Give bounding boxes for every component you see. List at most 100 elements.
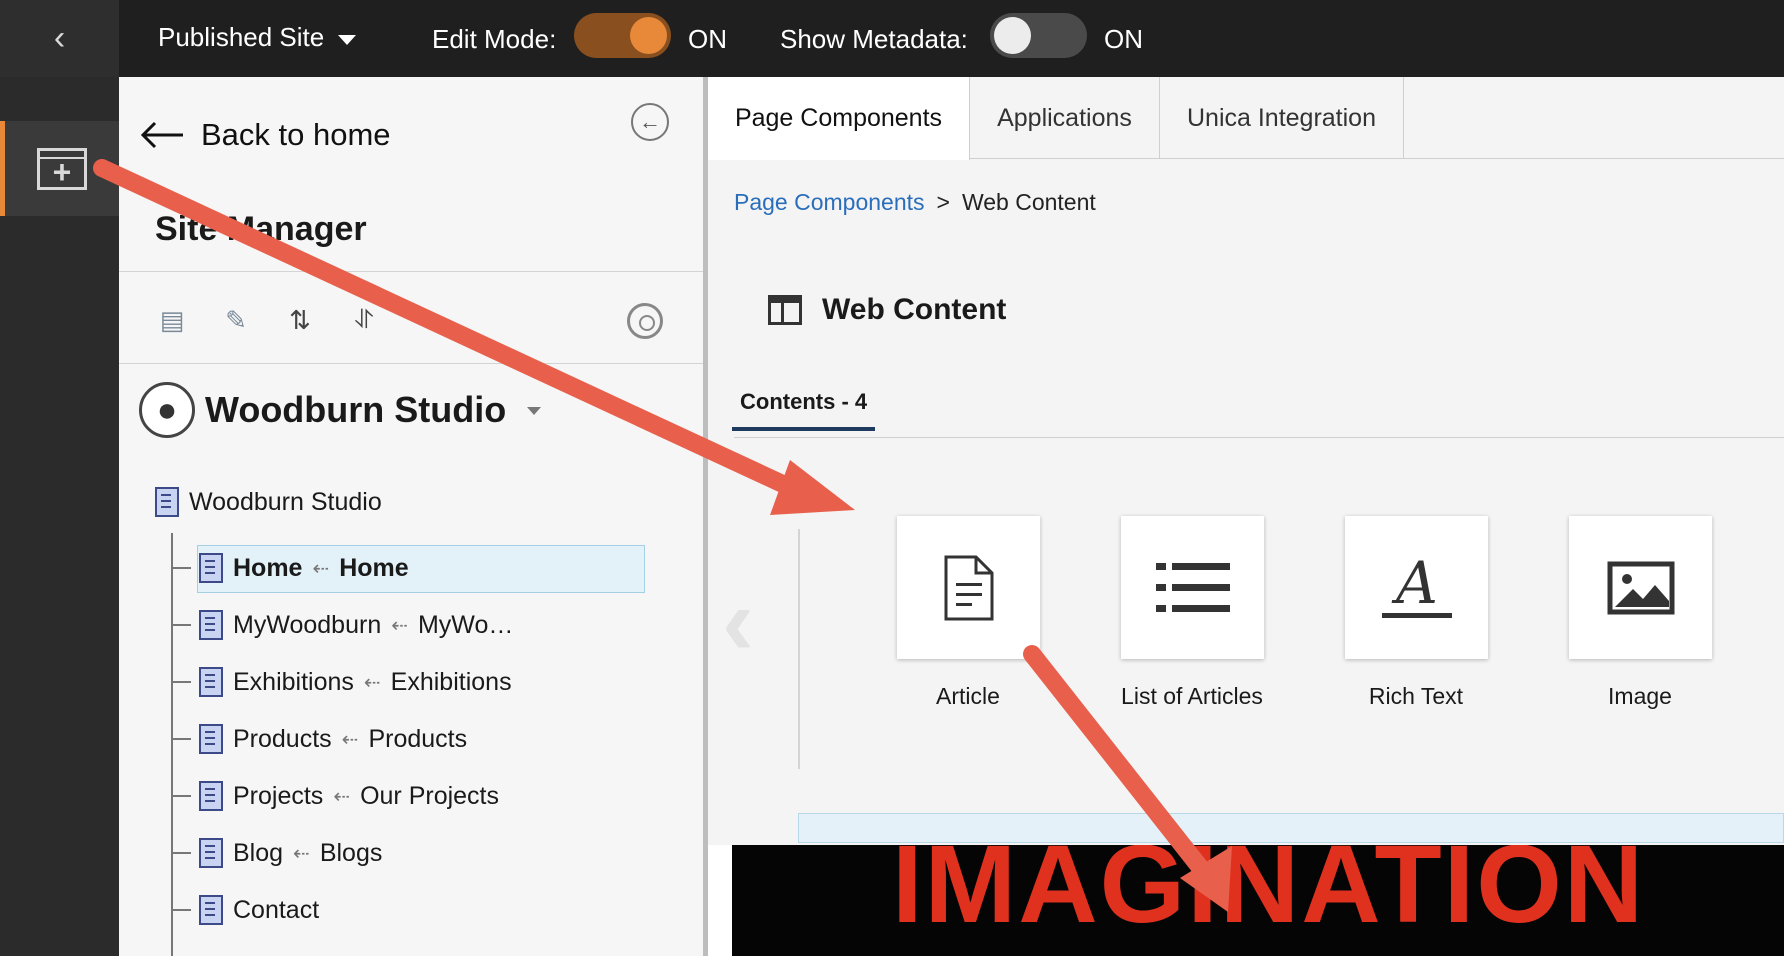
chevron-left-icon: ‹ <box>53 19 66 57</box>
web-content-icon <box>768 295 802 325</box>
back-chevron-button[interactable]: ‹ <box>0 0 119 77</box>
section-header: Web Content <box>768 293 1006 327</box>
page-icon <box>199 553 223 583</box>
tab-bar: Page Components Applications Unica Integ… <box>708 77 1784 160</box>
site-selector-label: Published Site <box>158 22 325 52</box>
tab-unica-integration[interactable]: Unica Integration <box>1160 77 1404 159</box>
page-icon <box>199 781 223 811</box>
left-rail: + <box>0 77 119 956</box>
node-target: Home <box>339 553 409 582</box>
tree-node-projects[interactable]: Projects ⇠ Our Projects <box>171 771 499 821</box>
divider <box>119 363 703 364</box>
show-metadata-label: Show Metadata: <box>780 24 968 54</box>
rich-text-card[interactable]: A <box>1345 516 1488 659</box>
add-panel-icon: + <box>37 147 87 190</box>
mapping-arrow-icon: ⇠ <box>341 728 359 751</box>
list-of-articles-label: List of Articles <box>1121 683 1263 709</box>
hero-headline: IMAGINATION <box>892 845 1646 946</box>
edit-mode-label: Edit Mode: <box>432 24 557 54</box>
tree-node-contact[interactable]: Contact <box>171 885 319 935</box>
chevron-left-icon[interactable]: ‹ <box>722 567 754 677</box>
new-page-icon[interactable]: ▤ <box>155 303 189 337</box>
mapping-arrow-icon: ⇠ <box>363 671 381 694</box>
components-panel: Page Components Applications Unica Integ… <box>708 77 1784 845</box>
breadcrumb-separator: > <box>936 189 950 215</box>
settings-gear-icon[interactable] <box>627 303 663 339</box>
svg-text:A: A <box>1391 555 1438 617</box>
mapping-arrow-icon: ⇠ <box>333 785 351 808</box>
collapse-left-icon: ← <box>639 109 661 134</box>
divider <box>734 437 1784 438</box>
article-card[interactable] <box>897 516 1040 659</box>
page-icon <box>199 610 223 640</box>
section-title: Web Content <box>822 293 1007 326</box>
node-name: Home <box>233 553 303 582</box>
tree-connector <box>171 909 191 911</box>
node-name: Contact <box>233 895 320 924</box>
breadcrumb-current: Web Content <box>961 189 1096 215</box>
tree-node-exhibitions[interactable]: Exhibitions ⇠ Exhibitions <box>171 657 512 707</box>
panel-title: Site Manager <box>155 210 367 248</box>
expand-all-icon[interactable]: ⥯ <box>347 303 381 337</box>
divider <box>798 529 800 769</box>
breadcrumb-link[interactable]: Page Components <box>734 189 925 216</box>
back-to-home-link[interactable]: Back to home <box>139 117 391 153</box>
mapping-arrow-icon: ⇠ <box>391 614 408 637</box>
site-name[interactable]: Woodburn Studio <box>205 389 506 431</box>
node-name: MyWoodburn <box>233 610 382 639</box>
page-icon <box>199 667 223 697</box>
page-icon <box>199 724 223 754</box>
show-metadata-toggle[interactable] <box>990 13 1087 58</box>
toggle-knob <box>994 17 1031 54</box>
back-to-home-label: Back to home <box>201 117 391 152</box>
show-metadata-state: ON <box>1104 24 1143 54</box>
collapse-panel-button[interactable]: ← <box>631 103 669 141</box>
toggle-knob <box>630 17 667 54</box>
node-name: Products <box>233 724 332 753</box>
tree-root-node[interactable]: Woodburn Studio <box>155 487 382 517</box>
tree-node-blog[interactable]: Blog ⇠ Blogs <box>171 828 382 878</box>
node-target: Exhibitions <box>390 667 512 696</box>
list-icon <box>1155 562 1230 612</box>
node-target: MyWo… <box>417 610 514 639</box>
tree-connector <box>171 624 191 626</box>
edit-mode-state: ON <box>688 24 727 54</box>
tree-toolbar: ▤ ✎ ⇅ ⥯ <box>155 303 381 337</box>
add-content-button[interactable]: + <box>0 121 119 216</box>
image-label: Image <box>1608 683 1672 709</box>
site-selector[interactable]: Published Site <box>158 22 357 53</box>
tab-page-components[interactable]: Page Components <box>708 77 970 160</box>
move-icon[interactable]: ⇅ <box>283 303 317 337</box>
tree-connector <box>171 681 191 683</box>
node-name: Blog <box>233 838 284 867</box>
node-target: Our Projects <box>360 781 500 810</box>
tree-connector <box>171 567 191 569</box>
list-of-articles-card[interactable] <box>1121 516 1264 659</box>
site-globe-icon: ● <box>139 382 195 438</box>
chevron-down-icon <box>338 34 357 45</box>
chevron-down-icon[interactable] <box>527 407 541 415</box>
page-icon <box>199 838 223 868</box>
site-manager-panel: Back to home ← Site Manager ▤ ✎ ⇅ ⥯ ● Wo… <box>119 77 703 956</box>
tree-node-mywoodburn[interactable]: MyWoodburn ⇠ MyWo… <box>171 600 513 650</box>
tree-connector <box>171 738 191 740</box>
hero-banner: IMAGINATION <box>732 845 1784 956</box>
image-card[interactable] <box>1569 516 1712 659</box>
edit-mode-toggle[interactable] <box>574 13 671 58</box>
drop-zone[interactable] <box>798 813 1784 843</box>
tab-applications[interactable]: Applications <box>970 77 1160 159</box>
node-target: Products <box>368 724 468 753</box>
tree-node-home[interactable]: Home ⇠ Home <box>171 543 645 593</box>
document-icon <box>944 555 993 620</box>
mapping-arrow-icon: ⇠ <box>312 557 330 580</box>
node-target: Blogs <box>319 838 383 867</box>
text-format-icon: A <box>1381 555 1452 618</box>
tab-contents[interactable]: Contents - 4 <box>732 377 876 431</box>
site-root-icon <box>155 487 179 517</box>
edit-page-icon[interactable]: ✎ <box>219 303 253 337</box>
arrow-left-icon <box>140 121 183 149</box>
tree-connector <box>171 795 191 797</box>
node-name: Projects <box>233 781 324 810</box>
tree-node-products[interactable]: Products ⇠ Products <box>171 714 467 764</box>
article-label: Article <box>936 683 1000 709</box>
